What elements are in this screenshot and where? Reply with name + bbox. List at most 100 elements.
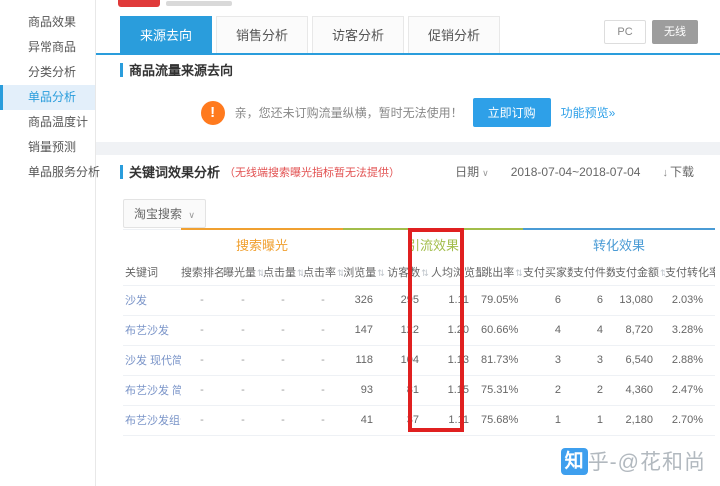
section-title-text: 商品流量来源去向 [129, 60, 233, 79]
table-cell: - [263, 315, 303, 345]
table-cell: 2 [523, 375, 573, 405]
table-cell: 93 [343, 375, 385, 405]
device-toggle: PC 无线 [604, 20, 698, 44]
tab-underline [96, 53, 720, 55]
table-cell: 2.70% [665, 405, 715, 435]
table-cell: 3 [523, 345, 573, 375]
table-cell: - [263, 285, 303, 315]
table-cell: - [263, 345, 303, 375]
chevron-down-icon: ∨ [188, 210, 195, 220]
table-cell: 3 [573, 345, 615, 375]
order-now-button[interactable]: 立即订购 [473, 98, 551, 127]
tab[interactable]: 促销分析 [408, 16, 500, 53]
column-header-sortable[interactable]: 点击率⇅ [303, 259, 343, 285]
table-cell: 75.68% [481, 405, 523, 435]
channel-select[interactable]: 淘宝搜索 ∨ [123, 199, 206, 228]
column-header-sortable[interactable]: 人均浏览量⇅ [431, 259, 481, 285]
date-dropdown[interactable]: 日期∨ [455, 163, 489, 180]
column-header-sortable[interactable]: 曝光量⇅ [223, 259, 263, 285]
keyword-link[interactable]: 布艺沙发组合 套 [123, 405, 181, 435]
pc-toggle-button[interactable]: PC [604, 20, 646, 44]
column-header-sortable[interactable]: 跳出率⇅ [481, 259, 523, 285]
sidebar-menu: 商品效果异常商品分类分析单品分析商品温度计销量预测单品服务分析 [0, 10, 95, 185]
table-cell: 81 [385, 375, 431, 405]
wireless-toggle-button[interactable]: 无线 [652, 20, 698, 44]
flow-section-title: 商品流量来源去向 [120, 60, 233, 79]
table-cell: - [263, 405, 303, 435]
table-cell: 3.28% [665, 315, 715, 345]
table-cell: 75.31% [481, 375, 523, 405]
notice-text: 亲，您还未订购流量纵横，暂时无法使用！ [235, 104, 463, 121]
table-cell: 37 [385, 405, 431, 435]
table-cell: 2.47% [665, 375, 715, 405]
sidebar-item-link[interactable]: 销量预测 [0, 135, 95, 160]
zhihu-logo-icon: 知 [561, 448, 588, 475]
keyword-link[interactable]: 布艺沙发 简约现 [123, 375, 181, 405]
sidebar-item-link[interactable]: 商品效果 [0, 10, 95, 35]
column-header-sortable[interactable]: 浏览量⇅ [343, 259, 385, 285]
table-cell: 2,180 [615, 405, 665, 435]
date-range-value: 2018-07-04~2018-07-04 [511, 165, 641, 179]
table-cell: - [181, 375, 223, 405]
table-cell: 295 [385, 285, 431, 315]
tab[interactable]: 销售分析 [216, 16, 308, 53]
table-cell: 1.11 [431, 405, 481, 435]
table-cell: - [303, 375, 343, 405]
table-cell: 2.03% [665, 285, 715, 315]
table-cell: 41 [343, 405, 385, 435]
table-cell: - [223, 405, 263, 435]
sort-icon: ⇅ [421, 268, 429, 278]
table-cell: 122 [385, 315, 431, 345]
column-header-sortable[interactable]: 支付件数⇅ [573, 259, 615, 285]
column-header-keyword: 关键词 [123, 259, 181, 285]
table-row: 布艺沙发组合 套----41371.1175.68%112,1802.70% [123, 405, 715, 435]
column-header-sortable[interactable]: 支付转化率⇅ [665, 259, 715, 285]
sidebar-item-active[interactable]: 单品分析 [0, 85, 95, 110]
keyword-section-header: 关键词效果分析 （无线端搜索曝光指标暂无法提供） 日期∨ 2018-07-04~… [96, 162, 720, 181]
table-cell: - [181, 315, 223, 345]
group-header-spacer [123, 229, 181, 259]
keyword-table-wrap: 搜索曝光引流效果转化效果关键词搜索排名⇅曝光量⇅点击量⇅点击率⇅浏览量⇅访客数⇅… [123, 228, 715, 436]
table-cell: - [303, 285, 343, 315]
sidebar-item-link[interactable]: 单品服务分析 [0, 160, 95, 185]
tab-active[interactable]: 来源去向 [120, 16, 212, 53]
warning-icon: ! [201, 101, 225, 125]
sidebar-item-link[interactable]: 分类分析 [0, 60, 95, 85]
download-button[interactable]: ↓下载 [662, 163, 694, 180]
column-header-sortable[interactable]: 搜索排名⇅ [181, 259, 223, 285]
sidebar-item-link[interactable]: 商品温度计 [0, 110, 95, 135]
keyword-link[interactable]: 沙发 现代简约 [123, 345, 181, 375]
tab[interactable]: 访客分析 [312, 16, 404, 53]
table-cell: 1 [573, 405, 615, 435]
download-icon: ↓ [662, 167, 668, 179]
table-cell: 1.13 [431, 345, 481, 375]
table-cell: 1.11 [431, 285, 481, 315]
table-cell: 2.88% [665, 345, 715, 375]
group-header: 搜索曝光 [181, 229, 343, 259]
table-cell: 1 [523, 405, 573, 435]
table-cell: - [181, 405, 223, 435]
top-red-badge [118, 0, 160, 7]
column-header-sortable[interactable]: 支付买家数⇅ [523, 259, 573, 285]
table-row: 布艺沙发 简约现----93811.1575.31%224,3602.47% [123, 375, 715, 405]
table-cell: - [303, 345, 343, 375]
sort-icon: ⇅ [515, 268, 523, 278]
table-cell: 6 [573, 285, 615, 315]
column-header-sortable[interactable]: 点击量⇅ [263, 259, 303, 285]
app-window: 商品效果异常商品分类分析单品分析商品温度计销量预测单品服务分析 来源去向销售分析… [0, 0, 720, 486]
table-cell: 8,720 [615, 315, 665, 345]
feature-preview-link[interactable]: 功能预览» [561, 104, 616, 121]
column-header-sortable[interactable]: 访客数⇅ [385, 259, 431, 285]
sidebar-item-link[interactable]: 异常商品 [0, 35, 95, 60]
keyword-link[interactable]: 沙发 [123, 285, 181, 315]
table-cell: 118 [343, 345, 385, 375]
table-cell: 2 [573, 375, 615, 405]
table-cell: 147 [343, 315, 385, 345]
keyword-section-note: （无线端搜索曝光指标暂无法提供） [224, 164, 400, 180]
table-cell: - [181, 285, 223, 315]
group-header: 引流效果 [343, 229, 523, 259]
keyword-link[interactable]: 布艺沙发 [123, 315, 181, 345]
column-header-sortable[interactable]: 支付金额⇅ [615, 259, 665, 285]
tabs: 来源去向销售分析访客分析促销分析 [120, 16, 504, 53]
subscription-notice: ! 亲，您还未订购流量纵横，暂时无法使用！ 立即订购 功能预览» [96, 98, 720, 127]
